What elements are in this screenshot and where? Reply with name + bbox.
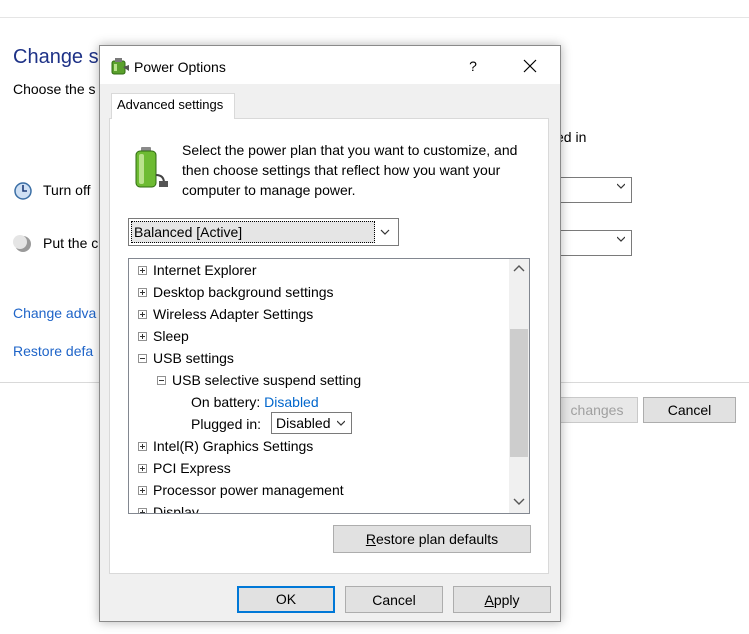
chevron-down-icon bbox=[337, 420, 345, 426]
expand-icon[interactable] bbox=[138, 310, 147, 319]
cancel-button[interactable]: Cancel bbox=[345, 586, 443, 613]
background-cancel-button[interactable]: Cancel bbox=[643, 397, 736, 423]
change-advanced-link[interactable]: Change adva bbox=[13, 305, 96, 321]
expand-icon[interactable] bbox=[138, 332, 147, 341]
tree-item-intel-graphics[interactable]: Intel(R) Graphics Settings bbox=[138, 435, 313, 457]
expand-icon[interactable] bbox=[138, 266, 147, 275]
tab-advanced-settings[interactable]: Advanced settings bbox=[111, 93, 235, 119]
plugged-in-select-value: Disabled bbox=[276, 415, 331, 431]
dialog-title: Power Options bbox=[134, 59, 226, 75]
tree-item-wireless-adapter[interactable]: Wireless Adapter Settings bbox=[138, 303, 313, 325]
background-row-label-sleep: Put the c bbox=[43, 235, 99, 251]
tree-item-usb-settings[interactable]: USB settings bbox=[138, 347, 234, 369]
collapse-icon[interactable] bbox=[138, 354, 147, 363]
sleep-moon-icon bbox=[13, 235, 31, 252]
collapse-icon[interactable] bbox=[157, 376, 166, 385]
tree-item-display[interactable]: Display bbox=[138, 501, 199, 513]
scrollbar-thumb[interactable] bbox=[510, 329, 528, 457]
power-options-dialog: Power Options ? Advanced settings Select… bbox=[99, 45, 561, 622]
background-page-title: Change se bbox=[13, 46, 110, 68]
background-top-divider bbox=[0, 17, 749, 18]
apply-button[interactable]: Apply bbox=[453, 586, 551, 613]
settings-tree[interactable]: Internet Explorer Desktop background set… bbox=[128, 258, 530, 514]
background-sleep-select[interactable] bbox=[556, 230, 632, 256]
dialog-intro-text: Select the power plan that you want to c… bbox=[182, 142, 518, 198]
expand-icon[interactable] bbox=[138, 486, 147, 495]
power-options-app-icon bbox=[111, 58, 129, 75]
on-battery-label: On battery: bbox=[191, 394, 261, 410]
power-plan-select[interactable]: Balanced [Active] bbox=[128, 218, 399, 246]
restore-plan-defaults-button[interactable]: Restore plan defaults bbox=[333, 525, 531, 553]
expand-icon[interactable] bbox=[138, 288, 147, 297]
expand-icon[interactable] bbox=[138, 442, 147, 451]
close-icon[interactable] bbox=[510, 52, 550, 80]
save-changes-button[interactable]: changes bbox=[556, 397, 638, 423]
power-plan-select-value: Balanced [Active] bbox=[131, 221, 375, 243]
help-button[interactable]: ? bbox=[456, 52, 490, 80]
background-row-label-display: Turn off bbox=[43, 182, 91, 198]
chevron-down-icon bbox=[617, 183, 625, 189]
tree-item-pci-express[interactable]: PCI Express bbox=[138, 457, 231, 479]
tree-item-internet-explorer[interactable]: Internet Explorer bbox=[138, 259, 257, 281]
battery-plug-icon bbox=[135, 147, 168, 188]
tree-item-desktop-background[interactable]: Desktop background settings bbox=[138, 281, 334, 303]
tree-item-sleep[interactable]: Sleep bbox=[138, 325, 189, 347]
on-battery-value-link[interactable]: Disabled bbox=[264, 394, 318, 410]
scroll-up-icon[interactable] bbox=[513, 263, 525, 273]
restore-defaults-link[interactable]: Restore defa bbox=[13, 343, 93, 359]
ok-button[interactable]: OK bbox=[237, 586, 335, 613]
scroll-down-icon[interactable] bbox=[513, 497, 525, 507]
tree-scrollbar[interactable] bbox=[509, 259, 529, 513]
plugged-in-select[interactable]: Disabled bbox=[271, 412, 352, 434]
expand-icon[interactable] bbox=[138, 508, 147, 513]
expand-icon[interactable] bbox=[138, 464, 147, 473]
tree-item-usb-selective-suspend[interactable]: USB selective suspend setting bbox=[157, 369, 361, 391]
chevron-down-icon bbox=[617, 236, 625, 242]
background-display-select[interactable] bbox=[556, 177, 632, 203]
tree-item-processor-power[interactable]: Processor power management bbox=[138, 479, 344, 501]
background-page-subtitle: Choose the s bbox=[13, 81, 96, 97]
display-icon bbox=[14, 182, 32, 200]
on-battery-row: On battery: Disabled bbox=[191, 391, 319, 413]
chevron-down-icon bbox=[380, 229, 390, 235]
dialog-titlebar[interactable]: Power Options ? bbox=[100, 46, 560, 84]
plugged-in-label: Plugged in: bbox=[191, 416, 262, 432]
